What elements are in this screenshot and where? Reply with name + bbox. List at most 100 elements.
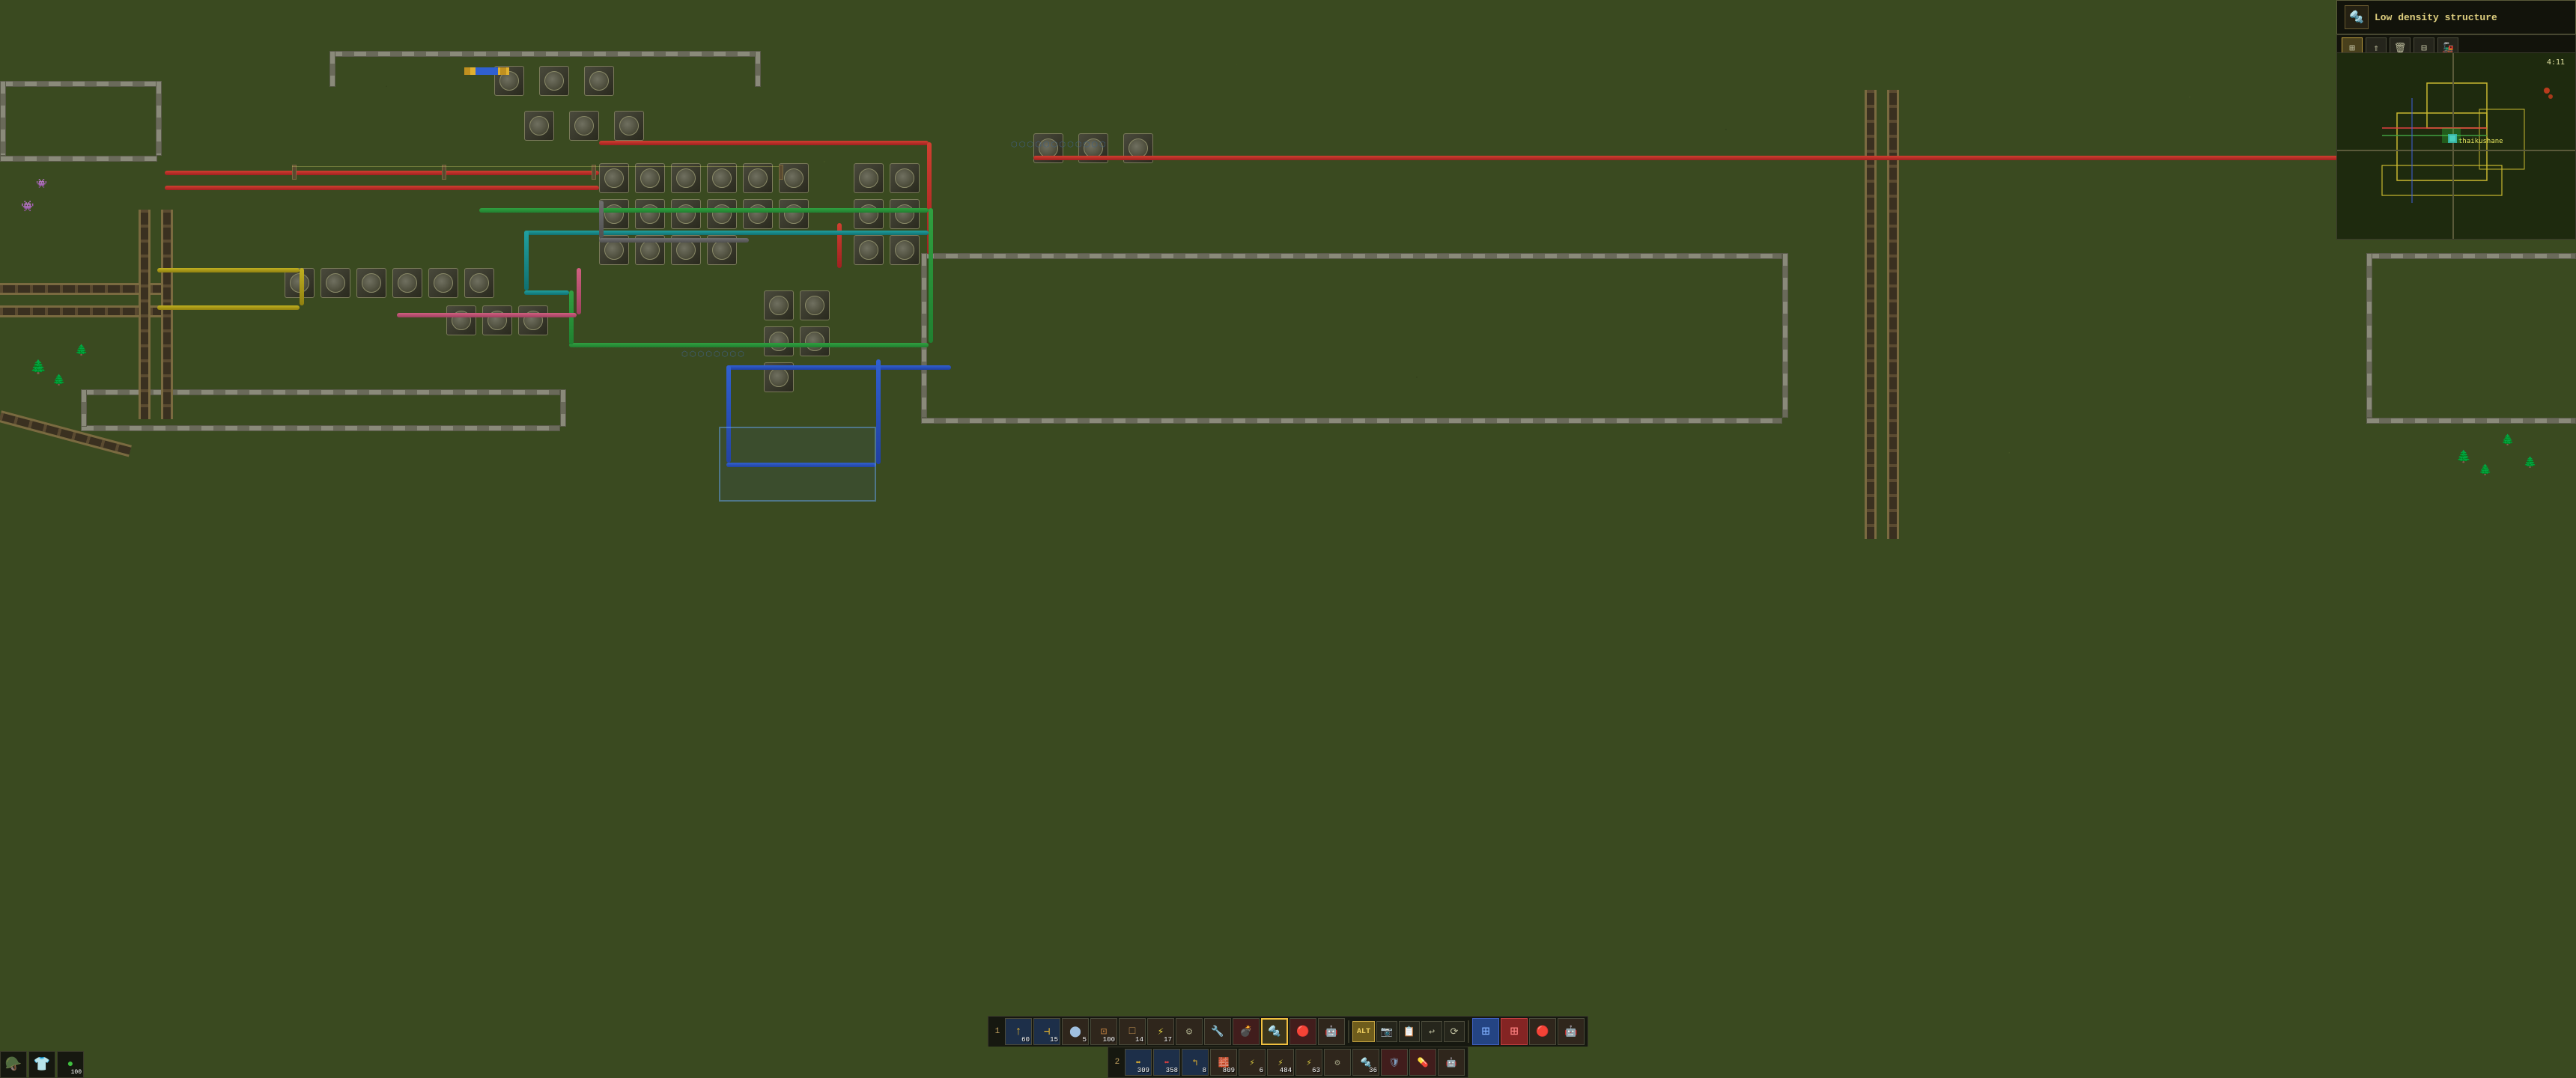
slot-1-9-icon: 💣 (1239, 1026, 1252, 1038)
hotbar-slot-1-6[interactable]: ⚡ 17 (1147, 1018, 1174, 1045)
tree-7: 🌲 (2524, 457, 2536, 469)
wall-top-1 (329, 51, 756, 57)
svg-text:thaikushane: thaikushane (2458, 138, 2503, 145)
hotbar-slot-1-7[interactable]: ⚙ (1176, 1018, 1203, 1045)
elec-3 (592, 166, 779, 167)
hotbar-slot-2-10[interactable]: 🛡 (1381, 1049, 1408, 1076)
hotbar-slot-1-1[interactable]: ↑ 60 (1005, 1018, 1032, 1045)
armor-slot[interactable]: 🪖 (0, 1051, 27, 1078)
pipe-pink-v1 (577, 268, 581, 314)
slot-2-10-icon: 🛡 (1388, 1057, 1400, 1068)
slot-1-2-count: 15 (1050, 1036, 1058, 1044)
slot-2-5-icon: ⚡ (1249, 1057, 1254, 1068)
rotate-btn[interactable]: ⟳ (1444, 1021, 1465, 1042)
wall-right-1 (755, 51, 761, 87)
body-slot[interactable]: 👕 (28, 1051, 55, 1078)
slot-1-11-icon: 🔴 (1296, 1026, 1309, 1038)
hotbar-slot-2-3[interactable]: ↰ 8 (1182, 1049, 1209, 1076)
player-stats: 🪖 👕 ● 100 (0, 1051, 84, 1078)
robot-swarm: ⬡⬡⬡⬡⬡⬡⬡⬡⬡⬡⬡⬡ (1011, 141, 1108, 150)
hotbar-slot-2-4[interactable]: 🧱 809 (1210, 1049, 1237, 1076)
pipe-green-h2 (569, 343, 929, 347)
belt-blue-1 (476, 67, 498, 75)
pole-4 (779, 165, 783, 180)
wall-far-right-top (2366, 253, 2576, 259)
slot-1-1-count: 60 (1021, 1036, 1030, 1044)
pipe-teal-v1 (524, 231, 529, 290)
camera-btn[interactable]: 📷 (1376, 1021, 1397, 1042)
config-icon-slot: 🔴 (1536, 1026, 1549, 1038)
elec-2 (442, 166, 592, 167)
slot-1-3-icon: ⬤ (1069, 1026, 1081, 1038)
hotbar-slot-1-11[interactable]: 🔴 (1289, 1018, 1316, 1045)
filter-red-icon: ⊞ (1510, 1023, 1519, 1040)
wall-bottom-left (81, 389, 87, 427)
asm-c4 (707, 163, 737, 193)
hotbar-slot-2-7[interactable]: ⚡ 63 (1295, 1049, 1322, 1076)
slot-1-5-icon: □ (1129, 1026, 1135, 1038)
hotbar-slot-1-5[interactable]: □ 14 (1119, 1018, 1146, 1045)
roboport-icon: 🤖 (1564, 1026, 1577, 1038)
slot-1-2-icon: ⊣ (1044, 1026, 1050, 1038)
slot-2-7-count: 63 (1312, 1067, 1320, 1074)
game-world: 🌲 🌲 🌲 🌲 🌲 🌲 🌲 👾 👾 ⬡⬡⬡⬡⬡⬡⬡⬡⬡⬡⬡⬡ ⬡⬡⬡⬡⬡⬡⬡⬡ … (0, 0, 2576, 1078)
pipe-yellow-h1 (157, 268, 300, 272)
filter-blue-slot[interactable]: ⊞ (1472, 1018, 1499, 1045)
pipe-green-v1 (929, 208, 933, 343)
filter-red-slot[interactable]: ⊞ (1501, 1018, 1528, 1045)
minimap[interactable]: thaikushane 4:11 (2336, 52, 2576, 240)
hotbar-slot-2-6[interactable]: ⚡ 484 (1267, 1049, 1294, 1076)
hotbar-slot-2-8[interactable]: ⚙ (1324, 1049, 1351, 1076)
pipe-blue-v2 (876, 359, 881, 464)
slot-2-7-icon: ⚡ (1306, 1057, 1311, 1068)
hotbar-slot-2-2[interactable]: ⬌ 358 (1153, 1049, 1180, 1076)
tree-2: 🌲 (52, 374, 65, 387)
assembler-m3 (614, 111, 644, 141)
hotbar-slot-1-12[interactable]: 🤖 (1318, 1018, 1345, 1045)
clipboard-btn[interactable]: 📋 (1399, 1021, 1420, 1042)
slot-2-9-count: 36 (1369, 1067, 1377, 1074)
slot-2-4-count: 809 (1223, 1067, 1235, 1074)
slot-2-2-count: 358 (1166, 1067, 1178, 1074)
asm-bc2 (482, 305, 512, 335)
undo-btn[interactable]: ↩ (1421, 1021, 1442, 1042)
wall-bottom-right (560, 389, 566, 427)
slot-1-6-icon: ⚡ (1158, 1026, 1164, 1038)
hotbar-slot-1-3[interactable]: ⬤ 5 (1062, 1018, 1089, 1045)
config-slot[interactable]: 🔴 (1529, 1018, 1556, 1045)
asm-c5 (743, 163, 773, 193)
hotbar-slot-2-5[interactable]: ⚡ 6 (1239, 1049, 1266, 1076)
hotbar-slot-1-4[interactable]: ⊡ 100 (1090, 1018, 1117, 1045)
asm-b3 (356, 268, 386, 298)
pole-3 (592, 165, 596, 180)
asm-c3 (671, 163, 701, 193)
hotbar-slot-2-1[interactable]: ⬌ 309 (1125, 1049, 1152, 1076)
hotbar-slot-1-10[interactable]: 🔩 (1261, 1018, 1288, 1045)
slot-2-11-icon: 💊 (1418, 1057, 1429, 1068)
hotbar-slot-1-8[interactable]: 🔧 (1204, 1018, 1231, 1045)
tooltip-item-name: Low density structure (2375, 12, 2497, 23)
tree-6: 🌲 (2501, 434, 2514, 447)
asm-d3 (671, 199, 701, 229)
body-icon: 👕 (34, 1056, 50, 1073)
pipe-red-factory (599, 141, 929, 145)
hotbar-slot-1-9[interactable]: 💣 (1233, 1018, 1260, 1045)
biter-2: 👾 (36, 178, 47, 189)
tree-1: 🌲 (30, 359, 46, 376)
wall-outer-bottom (0, 156, 157, 162)
minimap-svg: thaikushane 4:11 (2337, 53, 2576, 240)
pole-1 (292, 165, 297, 180)
roboport-slot[interactable]: 🤖 (1558, 1018, 1585, 1045)
hotbar-slot-1-2[interactable]: ⊣ 15 (1033, 1018, 1060, 1045)
hotbar-slot-2-11[interactable]: 💊 (1409, 1049, 1436, 1076)
hotbar-slot-2-12[interactable]: 🤖 (1438, 1049, 1465, 1076)
slot-1-6-count: 17 (1164, 1036, 1172, 1044)
divider-2 (1468, 1020, 1469, 1043)
ammo-slot[interactable]: ● 100 (57, 1051, 84, 1078)
hotbar-slot-2-9[interactable]: 🔩 36 (1352, 1049, 1379, 1076)
slot-1-10-icon: 🔩 (1268, 1026, 1281, 1038)
asm-r2 (890, 163, 920, 193)
assembler-m1 (524, 111, 554, 141)
wall-bottom-top (81, 389, 560, 395)
alt-button[interactable]: ALT (1352, 1021, 1375, 1042)
